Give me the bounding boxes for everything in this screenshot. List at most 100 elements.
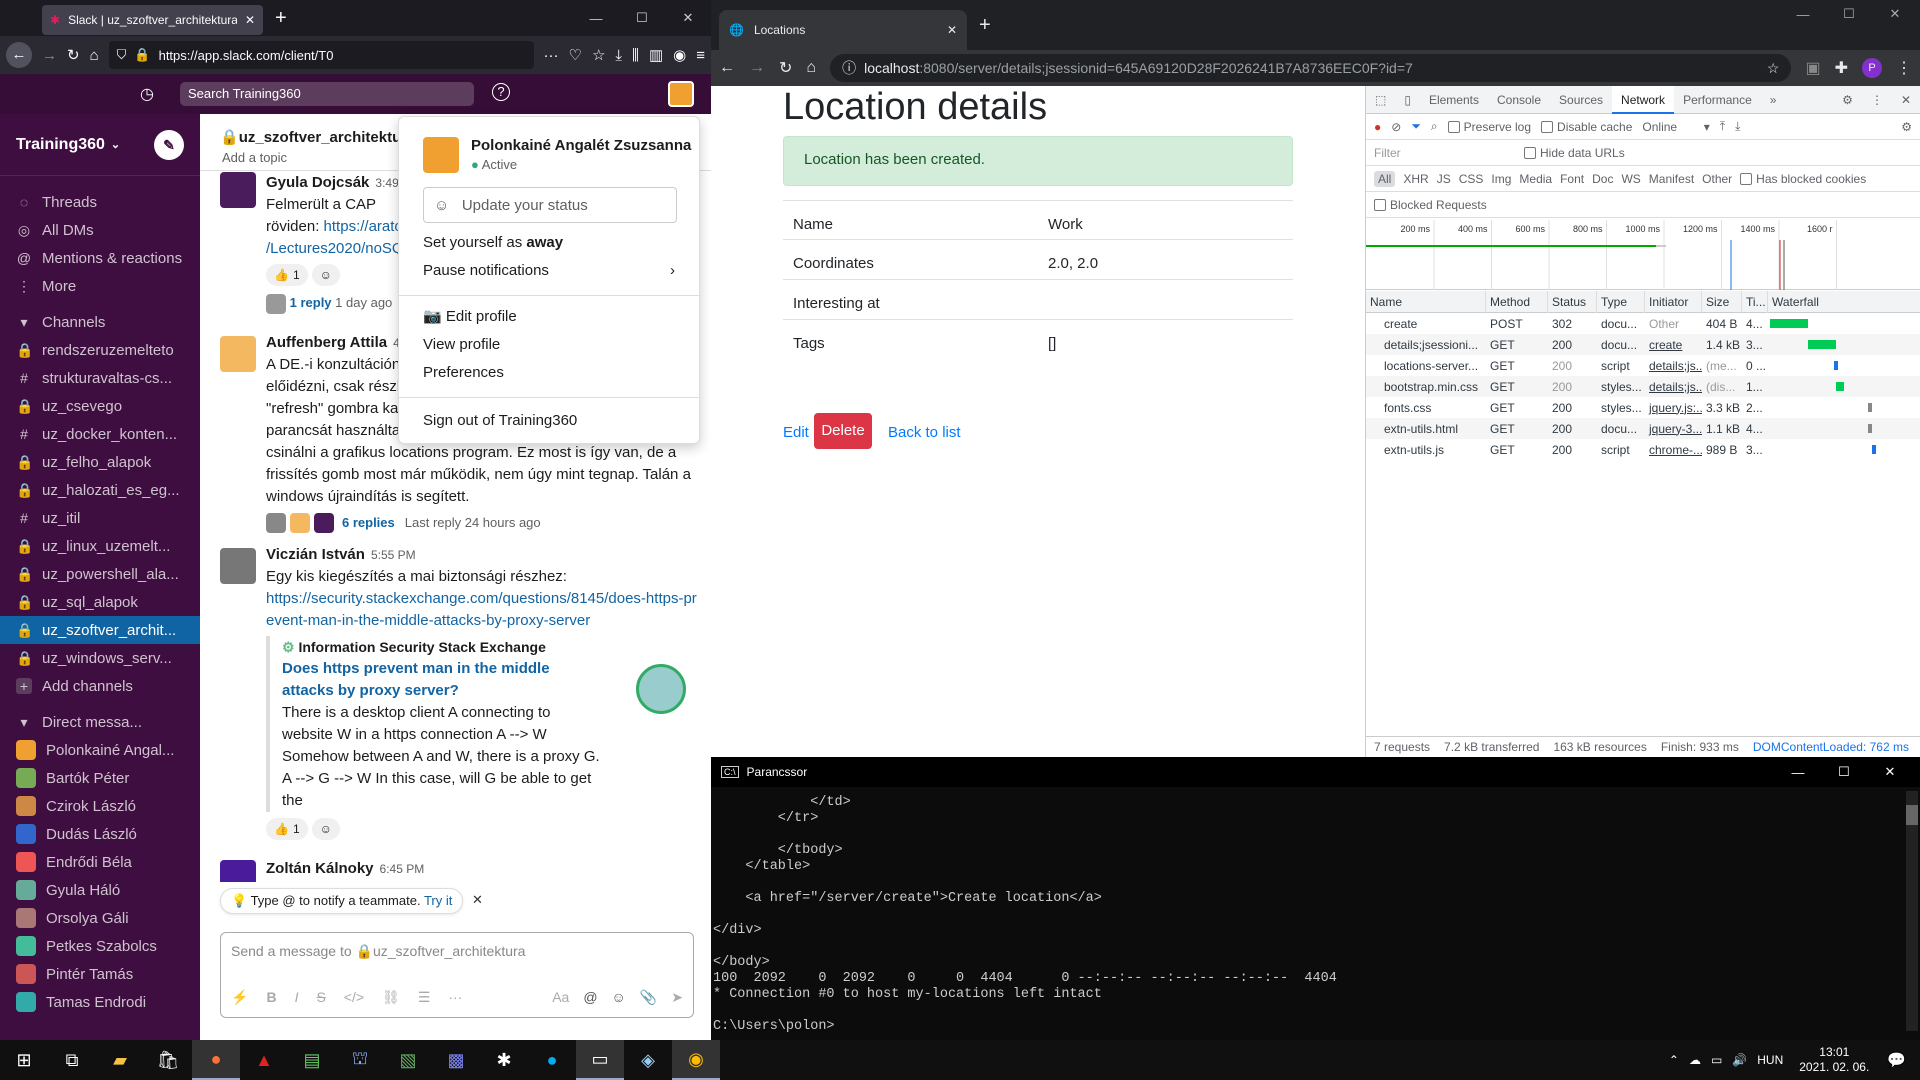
address-bar[interactable]: ⛉ 🔒 https://app.slack.com/client/T0 [108, 41, 534, 69]
home-icon[interactable]: ⌂ [90, 47, 99, 64]
filter-icon[interactable]: ⏷ [1411, 119, 1421, 134]
nav-all-dms[interactable]: ◎ All DMs [0, 216, 200, 244]
preferences-item[interactable]: Preferences [399, 359, 699, 387]
message-composer[interactable]: Send a message to 🔒uz_szoftver_architekt… [220, 932, 694, 1018]
compose-icon[interactable]: ✎ [154, 130, 184, 160]
type-filter-all[interactable]: All [1374, 170, 1396, 187]
preserve-log-checkbox[interactable]: Preserve log [1447, 120, 1531, 134]
unfurl-title[interactable]: Does https prevent man in the middle att… [282, 660, 550, 699]
type-filter-doc[interactable]: Doc [1592, 172, 1613, 186]
tab-sources[interactable]: Sources [1550, 86, 1612, 114]
channel-item[interactable]: 🔒 uz_linux_uzemelt... [0, 532, 200, 560]
volume-icon[interactable]: 🔊 [1732, 1053, 1747, 1067]
clear-icon[interactable]: ⊘ [1391, 120, 1401, 134]
bookmark-star-icon[interactable]: ☆ [592, 46, 605, 64]
attach-icon[interactable]: 📎 [640, 989, 657, 1006]
add-channels[interactable]: + Add channels [0, 672, 200, 700]
network-app-icon[interactable]: ⛫ [336, 1040, 384, 1080]
type-filter-img[interactable]: Img [1491, 172, 1511, 186]
message-link[interactable]: https://arato [324, 218, 403, 235]
store-icon[interactable]: 🛍 [144, 1040, 192, 1080]
language-indicator[interactable]: HUN [1757, 1053, 1783, 1067]
hide-data-urls-checkbox[interactable]: Hide data URLs [1524, 146, 1625, 160]
type-filter-manifest[interactable]: Manifest [1649, 172, 1694, 186]
more-tabs-icon[interactable]: » [1761, 86, 1786, 114]
close-window-icon[interactable]: ✕ [1872, 6, 1918, 22]
kebab-icon[interactable]: ⋮ [1862, 86, 1892, 114]
code-icon[interactable]: </> [344, 989, 364, 1006]
column-header[interactable]: Method [1486, 290, 1548, 313]
column-header[interactable]: Initiator [1645, 290, 1702, 313]
clock[interactable]: 13:01 2021. 02. 06. [1799, 1045, 1869, 1075]
minimize-icon[interactable]: — [573, 11, 619, 26]
emoji-icon[interactable]: ☺ [612, 989, 626, 1006]
new-tab-icon[interactable]: + [979, 14, 991, 37]
close-window-icon[interactable]: ✕ [665, 10, 711, 26]
composer-input[interactable]: Send a message to 🔒uz_szoftver_architekt… [221, 933, 693, 970]
channel-item[interactable]: 🔒 uz_csevego [0, 392, 200, 420]
back-icon[interactable]: ← [719, 59, 735, 77]
import-har-icon[interactable]: ⤒ [1720, 119, 1725, 134]
type-filter-media[interactable]: Media [1519, 172, 1552, 186]
maximize-icon[interactable]: ☐ [619, 10, 665, 26]
edit-link[interactable]: Edit [783, 424, 809, 441]
channel-item[interactable]: # uz_docker_konten... [0, 420, 200, 448]
list-icon[interactable]: ☰ [418, 989, 431, 1006]
type-filter-ws[interactable]: WS [1621, 172, 1640, 186]
type-filter-css[interactable]: CSS [1459, 172, 1484, 186]
channel-item[interactable]: 🔒 rendszeruzemelteto [0, 336, 200, 364]
reload-icon[interactable]: ↻ [67, 46, 80, 64]
settings-icon[interactable]: ⚙ [1833, 86, 1862, 114]
request-row[interactable]: fonts.css GET 200 styles... jquery.js:... 3.3… [1366, 397, 1920, 418]
request-row[interactable]: bootstrap.min.css GET 200 styles... details;… [1366, 376, 1920, 397]
user-avatar[interactable] [668, 81, 694, 107]
dm-item[interactable]: Dudás László [0, 820, 200, 848]
add-reaction-icon[interactable]: ☺ [311, 264, 340, 286]
puzzle-icon[interactable]: ✚ [1835, 58, 1848, 78]
font-icon[interactable]: Aa [552, 989, 569, 1006]
column-header[interactable]: Ti... [1742, 290, 1768, 313]
dm-header[interactable]: ▾ Direct messa... [0, 708, 200, 736]
shortcuts-icon[interactable]: ⚡ [231, 989, 248, 1006]
new-tab-icon[interactable]: + [275, 7, 287, 30]
message-author[interactable]: Viczián István [266, 546, 365, 563]
type-filter-js[interactable]: JS [1437, 172, 1451, 186]
dm-item[interactable]: Czirok László [0, 792, 200, 820]
close-tip-icon[interactable]: ✕ [472, 892, 483, 908]
back-icon[interactable]: ← [6, 42, 32, 68]
add-topic[interactable]: Add a topic [222, 150, 287, 165]
thread-replies-link[interactable]: 1 reply [290, 295, 332, 310]
thread-replies-link[interactable]: 6 replies [342, 512, 395, 534]
pocket-icon[interactable]: ♡ [569, 46, 582, 64]
history-icon[interactable]: ◷ [140, 84, 154, 104]
maximize-icon[interactable]: ☐ [1821, 764, 1867, 780]
blocked-cookies-checkbox[interactable]: Has blocked cookies [1740, 172, 1866, 186]
blocked-requests-checkbox[interactable]: Blocked Requests [1374, 198, 1487, 212]
slack-app-icon[interactable]: ✱ [480, 1040, 528, 1080]
view-profile-item[interactable]: View profile [399, 331, 699, 359]
add-reaction-icon[interactable]: ☺ [311, 818, 340, 840]
column-header[interactable]: Waterfall [1768, 291, 1920, 313]
account-icon[interactable]: ◉ [673, 46, 686, 64]
more-format-icon[interactable]: ··· [448, 989, 462, 1006]
tab-performance[interactable]: Performance [1674, 86, 1761, 114]
app-icon[interactable]: ◈ [624, 1040, 672, 1080]
message-author[interactable]: Auffenberg Attila [266, 334, 387, 351]
tray-chevron-icon[interactable]: ⌃ [1669, 1053, 1679, 1067]
channel-item[interactable]: 🔒 uz_sql_alapok [0, 588, 200, 616]
column-header[interactable]: Status [1548, 290, 1597, 313]
channel-item[interactable]: 🔒 uz_powershell_ala... [0, 560, 200, 588]
sidebar-icon[interactable]: ▥ [649, 46, 663, 64]
close-window-icon[interactable]: ✕ [1867, 764, 1913, 780]
minimize-icon[interactable]: — [1780, 7, 1826, 22]
close-tab-icon[interactable]: ✕ [245, 13, 255, 27]
minimize-icon[interactable]: — [1775, 765, 1821, 780]
request-initiator[interactable]: chrome-... [1645, 443, 1702, 457]
set-away-item[interactable]: Set yourself as away [399, 229, 699, 257]
reload-icon[interactable]: ↻ [779, 58, 792, 78]
nav-more[interactable]: ⋮ More [0, 272, 200, 300]
cmd-output[interactable]: </td> </tr> </tbody> </table> <a href="/… [711, 787, 1920, 1035]
chrome-icon[interactable]: ◉ [672, 1040, 720, 1080]
channel-item[interactable]: 🔒 uz_windows_serv... [0, 644, 200, 672]
column-header[interactable]: Name [1366, 290, 1486, 313]
